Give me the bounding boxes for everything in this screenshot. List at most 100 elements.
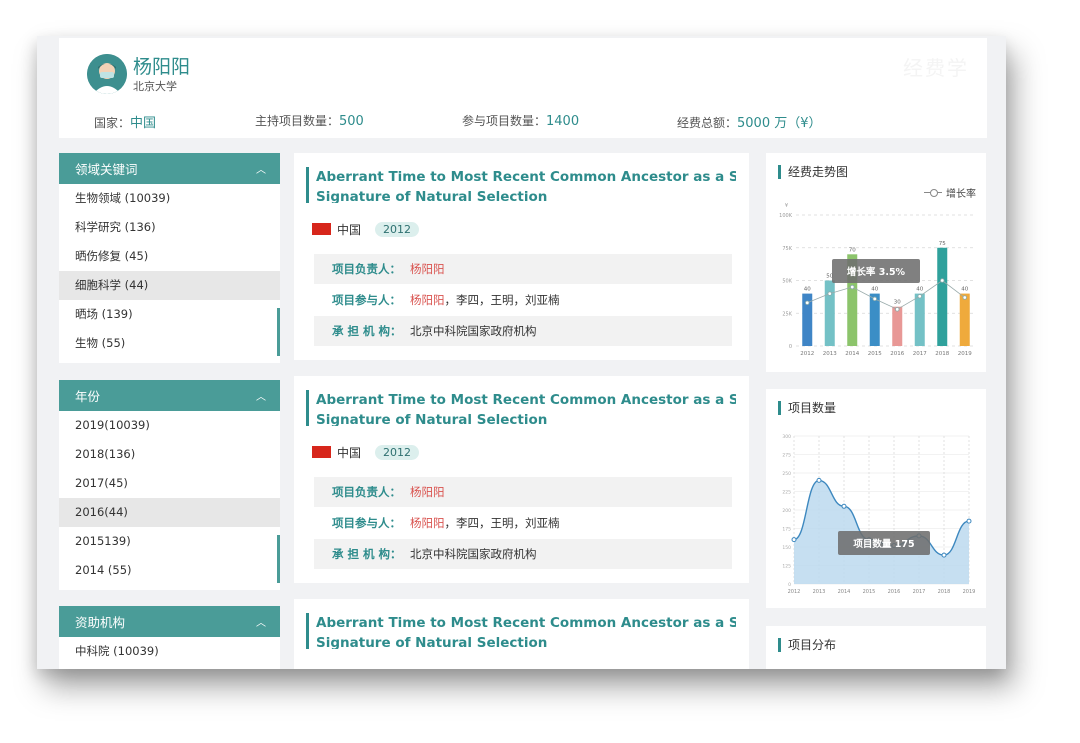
facet-item[interactable]: 2014 (55) [59,556,280,585]
scrollbar-thumb[interactable] [277,308,280,356]
facet-keywords-list: 生物领域 (10039) 科学研究 (136) 晒伤修复 (45) 细胞科学 (… [59,184,280,358]
facet-item[interactable]: 2019(10039) [59,411,280,440]
x-tick-label: 2012 [800,351,814,357]
chevron-up-icon[interactable]: ︿ [256,614,266,629]
bar [914,293,925,346]
y-tick-label: 25K [782,311,792,317]
project-count-panel: 项目数量 0 125 150 175 200 225 250 275 300 2012 2013 20… [766,389,986,608]
project-title[interactable]: Aberrant Time to Most Recent Common Ance… [306,613,736,649]
x-tick-label: 2013 [813,589,826,595]
stat-country: 国家：中国 [94,116,157,131]
project-leader[interactable]: 杨阳阳 [410,484,445,500]
growth-rate-point [827,291,832,296]
data-point [841,503,847,509]
y-tick-label: 50K [782,279,792,285]
x-tick-label: 2018 [935,351,949,357]
bar [892,306,903,346]
project-card: Aberrant Time to Most Recent Common Ance… [294,599,749,669]
project-org-row: 承 担 机 构： 北京中科院国家政府机构 [314,539,732,569]
project-card: Aberrant Time to Most Recent Common Ance… [294,153,749,360]
facet-item-selected[interactable]: 细胞科学 (44) [59,271,280,300]
x-tick-label: 2015 [868,351,882,357]
project-leader[interactable]: 杨阳阳 [410,261,445,277]
profile-header: 杨阳阳 北京大学 经费学 国家：中国 主持项目数量：500 参与项目数量：140… [59,38,987,138]
facet-item[interactable]: 生物领域 (10039) [59,184,280,213]
y-tick-label: 300 [782,434,791,440]
growth-rate-point [872,296,877,302]
project-country: 中国 [337,445,362,460]
y-tick-label: 175 [782,527,791,533]
facet-item-selected[interactable]: 2016(44) [59,498,280,527]
project-distribution-panel: 项目分布 [766,626,986,669]
chart-tooltip-text: 项目数量 175 [853,538,914,550]
facet-keywords-header[interactable]: 领域关键词 ︿ [59,153,280,184]
facet-funder: 资助机构 ︿ 中科院 (10039) [59,606,280,669]
project-year-badge: 2012 [375,444,420,460]
x-tick-label: 2012 [788,589,801,595]
panel-title: 项目分布 [778,638,836,652]
facet-item[interactable]: 晒场 (139) [59,300,280,329]
bar-value-label: 70 [849,247,856,253]
project-members-row: 项目参与人： 杨阳阳 ，李四，王明，刘亚楠 [332,293,560,307]
y-tick-label: 75K [782,246,792,252]
funding-bar-chart: ¥025K50K75K100K4020125020137020144020153… [779,203,976,357]
bar [959,293,970,346]
project-leader-row: 项目负责人： 杨阳阳 [314,254,732,284]
y-tick-label: 125 [782,564,791,570]
project-country: 中国 [337,222,362,237]
profile-name: 杨阳阳 [133,56,191,78]
y-tick-label: 250 [782,471,791,477]
growth-rate-point [940,278,945,283]
bar [869,293,880,346]
facet-item[interactable]: 2015139) [59,527,280,556]
x-tick-label: 2016 [890,351,904,357]
facet-item[interactable]: 晒伤修复 (45) [59,242,280,271]
facet-item[interactable]: 科学研究 (136) [59,213,280,242]
facet-year: 年份 ︿ 2019(10039) 2018(136) 2017(45) 2016… [59,380,280,590]
funding-trend-panel: 经费走势图 增长率 ¥0 25K 50K 75K 100K 40 2012 50 2013 70 2… [766,153,986,372]
project-title[interactable]: Aberrant Time to Most Recent Common Ance… [306,167,736,203]
chevron-up-icon[interactable]: ︿ [256,388,266,403]
y-axis-unit-label: ¥ [785,203,788,209]
bar-value-label: 40 [961,287,968,293]
scrollbar-thumb[interactable] [277,535,280,583]
chevron-up-icon[interactable]: ︿ [256,161,266,176]
project-title[interactable]: Aberrant Time to Most Recent Common Ance… [306,390,736,426]
project-meta: 中国 2012 [312,221,420,237]
x-tick-label: 2018 [938,589,951,595]
data-point [966,518,972,524]
growth-rate-point [805,300,810,305]
facet-item[interactable]: 2018(136) [59,440,280,469]
facet-funder-header[interactable]: 资助机构 ︿ [59,606,280,637]
y-tick-label: 275 [782,453,791,459]
facet-year-list: 2019(10039) 2018(136) 2017(45) 2016(44) … [59,411,280,585]
x-tick-label: 2019 [963,589,976,595]
y-tick-label: 200 [782,508,791,514]
bar-value-label: 75 [939,241,946,247]
facet-year-header[interactable]: 年份 ︿ [59,380,280,411]
x-tick-label: 2019 [958,351,972,357]
facet-funder-list: 中科院 (10039) [59,637,280,666]
bar-value-label: 30 [894,300,901,306]
facet-item[interactable]: 生物 (55) [59,329,280,358]
bar-value-label: 40 [804,287,811,293]
x-tick-label: 2015 [863,589,876,595]
facet-item[interactable]: 中科院 (10039) [59,637,280,666]
stat-participated-projects: 参与项目数量：1400 [462,114,580,129]
project-count-area-chart: 0 125 150 175 200 225 250 275 300 2012 2013 2014 201… [782,434,976,595]
facet-item[interactable]: 2017(45) [59,469,280,498]
avatar [87,54,127,94]
facet-keywords: 领域关键词 ︿ 生物领域 (10039) 科学研究 (136) 晒伤修复 (45… [59,153,280,363]
project-year-badge: 2012 [375,221,420,237]
x-tick-label: 2017 [913,351,927,357]
x-tick-label: 2013 [823,351,837,357]
project-leader-row: 项目负责人： 杨阳阳 [314,477,732,507]
profile-university: 北京大学 [133,80,177,93]
growth-rate-point [850,284,855,290]
stat-total-funding: 经费总额：5000 万（¥） [677,116,822,131]
china-flag-icon [312,223,331,235]
chart-tooltip-text: 增长率 3.5% [847,266,906,278]
y-tick-label: 150 [782,545,791,551]
growth-rate-point [895,307,900,312]
project-members-row: 项目参与人： 杨阳阳 ，李四，王明，刘亚楠 [332,516,560,530]
